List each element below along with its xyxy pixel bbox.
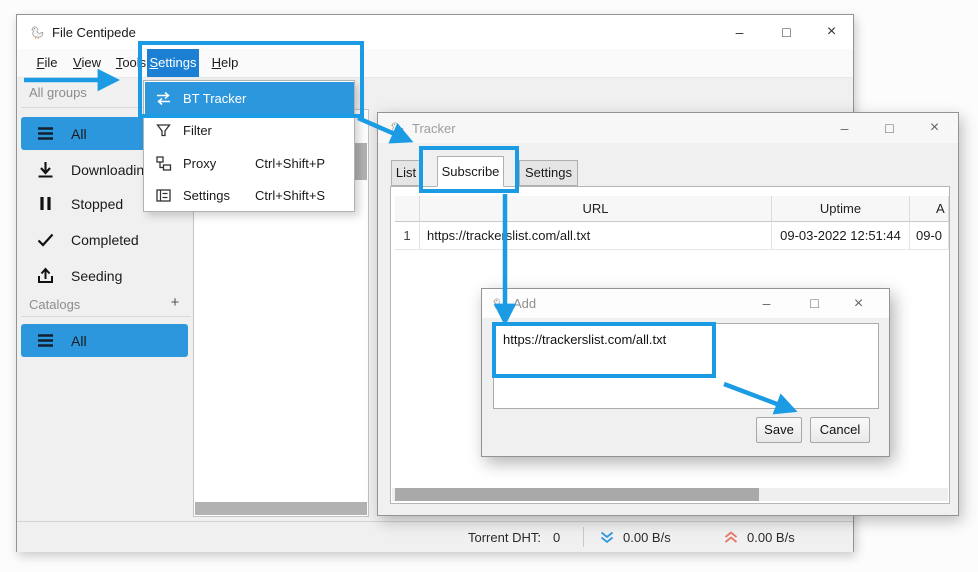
sidebar-item-label: All [71, 126, 87, 142]
tracker-minimize-button[interactable]: – [822, 113, 867, 143]
filter-icon [155, 122, 172, 139]
add-maximize-button[interactable]: □ [792, 289, 837, 318]
tracker-maximize-button[interactable]: □ [867, 113, 912, 143]
save-button[interactable]: Save [756, 417, 802, 443]
status-bar: Torrent DHT: 0 0.00 B/s 0.00 B/s [17, 521, 853, 552]
main-window-title: File Centipede [52, 25, 136, 40]
upload-speed: 0.00 B/s [747, 522, 795, 553]
menu-file[interactable]: File [29, 49, 65, 77]
menu-icon [36, 124, 55, 143]
column-header-num[interactable] [395, 196, 420, 222]
upload-speed-icon [723, 531, 739, 545]
status-separator [583, 527, 584, 547]
download-icon [36, 160, 55, 179]
menu-item-bt-tracker[interactable]: BT Tracker [145, 82, 354, 114]
add-close-button[interactable]: × [836, 289, 881, 318]
add-dialog-title: Add [513, 296, 536, 311]
proxy-icon [155, 155, 172, 172]
menu-view[interactable]: View [65, 49, 109, 77]
settings-icon [155, 187, 172, 204]
sidebar-item-label: Completed [71, 232, 139, 248]
menu-item-settings[interactable]: Settings Ctrl+Shift+S [145, 179, 354, 211]
menu-icon [36, 331, 55, 350]
settings-dropdown-menu: BT Tracker Filter Proxy Ctrl+Shift+P Set… [143, 80, 355, 212]
url-input[interactable]: https://trackerslist.com/all.txt [493, 323, 879, 409]
sidebar-item-label: Downloading [71, 162, 152, 178]
add-minimize-button[interactable]: – [744, 289, 789, 318]
tracker-close-button[interactable]: × [912, 113, 957, 143]
row-num: 1 [395, 222, 420, 250]
screenshot-stage: File Centipede – □ × File View Tools Set… [0, 0, 978, 572]
sidebar-item-label: Seeding [71, 268, 122, 284]
tab-subscribe[interactable]: Subscribe [437, 156, 504, 187]
add-dialog: Add – □ × https://trackerslist.com/all.t… [481, 288, 890, 457]
catalogs-separator [21, 316, 191, 317]
menu-settings[interactable]: Settings [147, 49, 199, 77]
vertical-scrollbar[interactable] [354, 143, 367, 180]
dht-value: 0 [553, 522, 560, 553]
main-minimize-button[interactable]: – [717, 15, 762, 49]
tracker-icon [155, 90, 172, 107]
row-uptime: 09-03-2022 12:51:44 [772, 222, 910, 250]
catalog-item-all[interactable]: All [21, 324, 188, 357]
menu-item-filter[interactable]: Filter [145, 114, 354, 146]
tab-list[interactable]: List [391, 160, 421, 186]
catalog-item-label: All [71, 333, 87, 349]
download-speed: 0.00 B/s [623, 522, 671, 553]
app-duck-icon [30, 24, 45, 40]
sidebar-item-completed[interactable]: Completed [21, 223, 188, 256]
download-speed-icon [599, 531, 615, 545]
app-duck-icon [390, 120, 405, 136]
pause-icon [36, 194, 55, 213]
main-close-button[interactable]: × [809, 15, 854, 49]
app-duck-icon [492, 296, 507, 312]
check-icon [36, 230, 55, 249]
row-url[interactable]: https://trackerslist.com/all.txt [420, 222, 772, 250]
main-maximize-button[interactable]: □ [764, 15, 809, 49]
catalogs-label: Catalogs [29, 297, 80, 312]
column-header-uptime[interactable]: Uptime [772, 196, 910, 222]
menu-item-shortcut: Ctrl+Shift+P [255, 156, 325, 171]
tracker-horizontal-scrollbar[interactable] [395, 488, 759, 501]
tab-settings[interactable]: Settings [519, 160, 578, 186]
cancel-button[interactable]: Cancel [810, 417, 870, 443]
horizontal-scrollbar[interactable] [195, 502, 367, 515]
add-catalog-button[interactable]: + [165, 294, 185, 311]
menu-item-label: Settings [183, 188, 230, 203]
sidebar-item-label: Stopped [71, 196, 123, 212]
menu-item-label: BT Tracker [183, 91, 246, 106]
row-extra: 09-0 [910, 222, 949, 250]
column-header-url[interactable]: URL [420, 196, 772, 222]
tracker-window-title: Tracker [412, 121, 456, 136]
menu-help[interactable]: Help [205, 49, 245, 77]
all-groups-label[interactable]: All groups [29, 85, 87, 100]
sidebar-item-seeding[interactable]: Seeding [21, 259, 188, 292]
column-header-extra[interactable]: A [910, 196, 949, 222]
upload-icon [36, 266, 55, 285]
menu-item-proxy[interactable]: Proxy Ctrl+Shift+P [145, 147, 354, 179]
menu-item-label: Proxy [183, 156, 216, 171]
dht-label: Torrent DHT: [468, 522, 541, 553]
menu-item-shortcut: Ctrl+Shift+S [255, 188, 325, 203]
menu-item-label: Filter [183, 123, 212, 138]
